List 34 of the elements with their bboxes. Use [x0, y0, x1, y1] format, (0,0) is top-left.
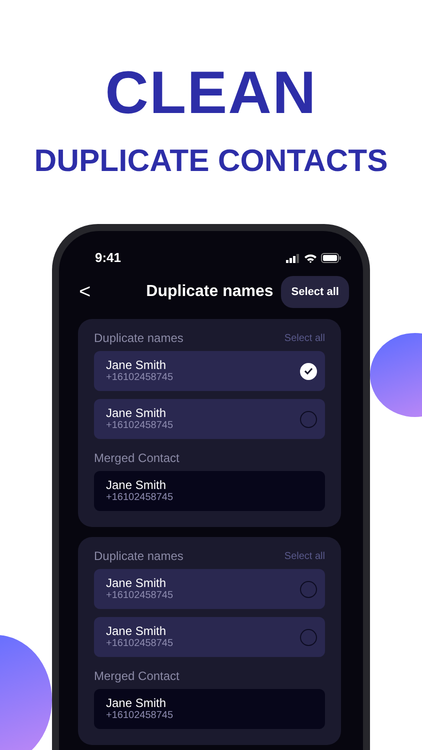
- contact-name: Jane Smith: [106, 624, 168, 638]
- contact-row[interactable]: Jane Smith +16102458745: [94, 617, 325, 657]
- contact-phone: +16102458745: [106, 420, 174, 432]
- select-all-button[interactable]: Select all: [281, 276, 349, 308]
- merged-label: Merged Contact: [94, 450, 180, 467]
- radio-button[interactable]: [300, 628, 317, 646]
- contact-phone: +16102458745: [106, 710, 174, 722]
- merged-label: Merged Contact: [94, 668, 180, 685]
- contact-row[interactable]: Jane Smith +16102458745: [94, 399, 325, 439]
- signal-icon: [286, 254, 300, 262]
- radio-button[interactable]: [300, 410, 317, 428]
- contact-name: Jane Smith: [106, 358, 168, 372]
- group-label: Duplicate names: [94, 548, 184, 565]
- checkmark-icon: [304, 367, 313, 375]
- contact-phone: +16102458745: [106, 638, 174, 650]
- back-button[interactable]: <: [73, 282, 97, 302]
- checked-radio[interactable]: [300, 362, 317, 380]
- contact-name: Jane Smith: [106, 406, 168, 420]
- contact-phone: +16102458745: [106, 492, 174, 504]
- contact-phone: +16102458745: [106, 372, 174, 384]
- contact-name: Jane Smith: [106, 478, 168, 492]
- contact-name: Jane Smith: [106, 696, 168, 710]
- contact-phone: +16102458745: [106, 590, 174, 602]
- headline: CLEAN: [104, 58, 318, 123]
- status-time: 9:41: [95, 249, 122, 268]
- wifi-icon: [304, 254, 317, 262]
- battery-icon: [321, 253, 341, 263]
- subheadline: DUPLICATE CONTACTS: [33, 142, 389, 176]
- contact-row[interactable]: Jane Smith +16102458745: [94, 351, 325, 391]
- radio-button[interactable]: [300, 580, 317, 598]
- contact-name: Jane Smith: [106, 576, 168, 590]
- contact-row[interactable]: Jane Smith +16102458745: [94, 569, 325, 609]
- screen-title: Duplicate names: [145, 282, 274, 302]
- group-label: Duplicate names: [94, 330, 184, 347]
